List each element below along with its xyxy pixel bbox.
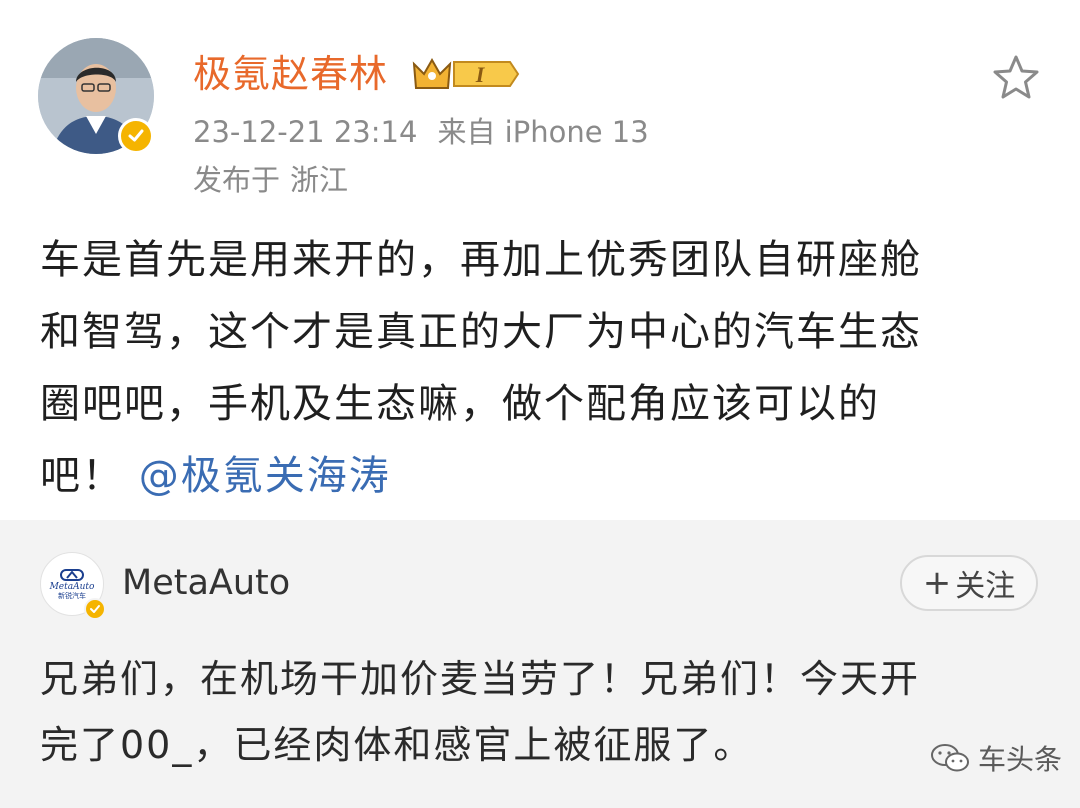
post-content-line: 吧！ @极氪关海涛 — [40, 440, 1050, 512]
vip-level-text: I — [475, 62, 486, 87]
watermark: 车头条 — [930, 736, 1062, 780]
wechat-icon — [931, 744, 969, 772]
location-prefix: 发布于 — [193, 163, 281, 197]
quoted-content-line: 兄弟们，在机场干加价麦当劳了！兄弟们！今天开 — [40, 657, 921, 701]
watermark-text: 车头条 — [978, 743, 1063, 776]
post-content: 车是首先是用来开的，再加上优秀团队自研座舱 和智驾，这个才是真正的大厂为中心的汽… — [40, 224, 1050, 512]
vip-level-badge-icon: I — [412, 57, 520, 89]
post-content-line: 圈吧吧，手机及生态嘛，做个配角应该可以的 — [40, 381, 880, 427]
follow-button-label: 关注 — [955, 569, 1016, 604]
post-meta: 23-12-21 23:14 来自 iPhone 13 — [193, 112, 649, 152]
favorite-star-button[interactable] — [990, 52, 1042, 104]
avatar-brand-text: MetaAuto — [49, 582, 95, 592]
quoted-post[interactable]: MetaAuto 新锐汽车 MetaAuto + 关注 兄弟们，在机场干加价麦当劳… — [0, 520, 1080, 808]
follow-button[interactable]: + 关注 — [900, 555, 1038, 611]
quoted-content: 兄弟们，在机场干加价麦当劳了！兄弟们！今天开 完了00_，已经肉体和感官上被征服… — [40, 646, 1050, 778]
avatar-brand-cn-text: 新锐汽车 — [58, 592, 86, 600]
post-date: 23-12-21 23:14 — [193, 115, 418, 149]
weibo-post: 极氪赵春林 I 23-12-21 23:14 来自 iPhone 13 发布于 浙江… — [0, 0, 1080, 520]
post-content-line: 车是首先是用来开的，再加上优秀团队自研座舱 — [40, 237, 922, 283]
location-value: 浙江 — [290, 163, 349, 197]
quoted-username[interactable]: MetaAuto — [122, 560, 290, 606]
mention-link[interactable]: @极氪关海涛 — [139, 453, 391, 499]
post-username[interactable]: 极氪赵春林 — [193, 50, 388, 98]
post-location: 发布于 浙江 — [193, 160, 348, 200]
post-content-last-text: 吧！ — [40, 453, 124, 499]
verified-badge-icon — [118, 118, 154, 154]
quoted-verified-badge-icon — [84, 598, 106, 620]
metaauto-logo-icon — [60, 569, 84, 581]
quoted-content-line: 完了00_，已经肉体和感官上被征服了。 — [40, 723, 754, 767]
star-icon — [993, 55, 1039, 99]
post-source: 来自 iPhone 13 — [437, 115, 649, 149]
post-content-line: 和智驾，这个才是真正的大厂为中心的汽车生态 — [40, 309, 922, 355]
plus-icon: + — [922, 563, 952, 603]
